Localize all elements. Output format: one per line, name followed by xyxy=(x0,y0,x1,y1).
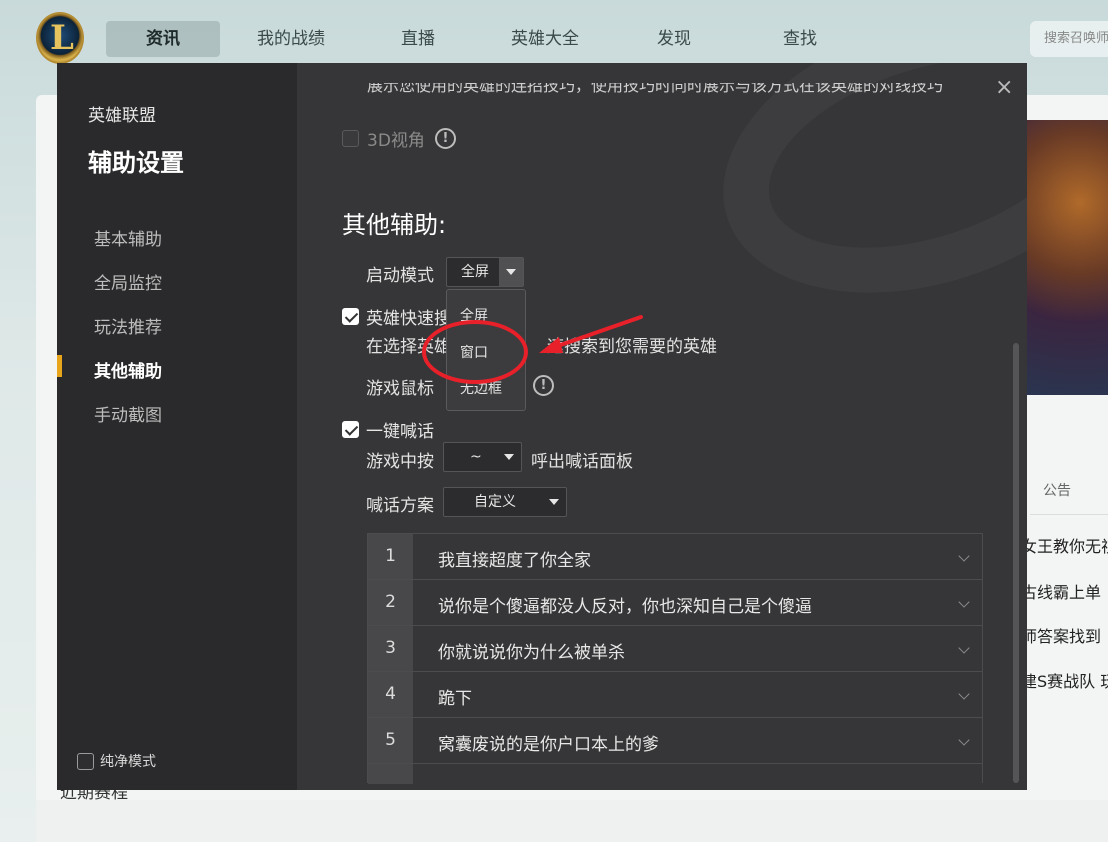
red-annotation-arrow-icon xyxy=(539,315,643,353)
phrase-number: 1 xyxy=(368,534,413,579)
logo-letter: L xyxy=(50,18,74,58)
shout-hotkey-suffix: 呼出喊话面板 xyxy=(531,452,633,472)
lol-logo-icon[interactable]: L xyxy=(36,12,84,64)
3d-view-option: 3D视角 ! xyxy=(342,126,456,151)
shout-phrase-list: 1 我直接超度了你全家 2 说你是个傻逼都没人反对，你也深知自己是个傻逼 3 你… xyxy=(367,533,983,784)
chevron-down-icon[interactable] xyxy=(958,550,970,562)
red-highlight-ellipse xyxy=(422,320,528,384)
phrase-text: 我直接超度了你全家 xyxy=(438,551,591,571)
one-key-shout-checkbox[interactable] xyxy=(342,421,359,438)
shout-hotkey-prefix: 游戏中按 xyxy=(366,452,434,472)
shout-hotkey-select[interactable]: ~ xyxy=(443,442,522,472)
one-key-shout-option: 一键喊话 xyxy=(342,417,434,442)
chevron-down-icon[interactable] xyxy=(958,688,970,700)
nav-tab-my-record[interactable]: 我的战绩 xyxy=(236,21,346,57)
news-item[interactable]: 古线霸上单 xyxy=(1021,579,1101,603)
phrase-row[interactable]: 5 窝囊废说的是你户口本上的爹 xyxy=(367,717,983,763)
phrase-text: 你就说说你为什么被单杀 xyxy=(438,643,625,663)
phrase-number: 2 xyxy=(368,580,413,625)
chevron-down-icon[interactable] xyxy=(958,734,970,746)
section-title-other-assist: 其他辅助: xyxy=(342,211,447,239)
3d-view-label: 3D视角 xyxy=(367,131,425,151)
launch-mode-label: 启动模式 xyxy=(366,266,434,286)
phrase-row-partial[interactable] xyxy=(367,763,983,784)
phrase-number: 3 xyxy=(368,626,413,671)
content-scrollbar[interactable] xyxy=(1013,343,1019,783)
news-item[interactable]: 建S赛战队 玩 xyxy=(1021,668,1108,692)
chevron-down-icon[interactable] xyxy=(958,642,970,654)
nav-tab-live[interactable]: 直播 xyxy=(378,21,458,57)
nav-tab-discover[interactable]: 发现 xyxy=(634,21,714,57)
chevron-down-icon[interactable] xyxy=(958,596,970,608)
phrase-row[interactable]: 3 你就说说你为什么被单杀 xyxy=(367,625,983,671)
info-icon[interactable]: ! xyxy=(434,128,456,149)
summoner-search-input[interactable]: 搜索召唤师 xyxy=(1030,21,1108,57)
settings-content: × 展示您使用的英雄的连招技巧，使用技巧时同时展示与该方式在该英雄的对线技巧 3… xyxy=(297,63,1027,790)
phrase-row[interactable]: 4 跪下 xyxy=(367,671,983,717)
launch-mode-select[interactable]: 全屏 xyxy=(446,257,524,287)
sidebar-item-manual-screenshot[interactable]: 手动截图 xyxy=(94,401,162,426)
news-item[interactable]: 师答案找到 xyxy=(1021,623,1101,647)
pure-mode-toggle[interactable]: 纯净模式 xyxy=(77,751,156,771)
sidebar-item-other-assist[interactable]: 其他辅助 xyxy=(94,357,162,382)
nav-tab-heroes[interactable]: 英雄大全 xyxy=(490,21,600,57)
3d-view-checkbox[interactable] xyxy=(342,130,359,147)
clipped-description: 展示您使用的英雄的连招技巧，使用技巧时同时展示与该方式在该英雄的对线技巧 xyxy=(367,83,944,95)
phrase-row[interactable]: 2 说你是个傻逼都没人反对，你也深知自己是个傻逼 xyxy=(367,579,983,625)
phrase-number xyxy=(368,764,413,784)
launch-mode-value: 全屏 xyxy=(461,264,489,280)
settings-sidebar: 英雄联盟 辅助设置 基本辅助 全局监控 玩法推荐 其他辅助 手动截图 纯净模式 xyxy=(57,63,297,790)
chevron-down-icon[interactable] xyxy=(499,258,523,286)
info-icon[interactable]: ! xyxy=(533,375,554,396)
pure-mode-label: 纯净模式 xyxy=(100,754,156,770)
sidebar-active-indicator xyxy=(57,355,62,377)
phrase-number: 5 xyxy=(368,718,413,763)
tab-divider xyxy=(1030,514,1108,515)
sidebar-item-basic-assist[interactable]: 基本辅助 xyxy=(94,225,162,250)
hero-banner-image[interactable] xyxy=(1026,120,1108,395)
shout-hotkey-value: ~ xyxy=(470,449,482,465)
game-cursor-label: 游戏鼠标 xyxy=(366,379,434,399)
nav-tab-search[interactable]: 查找 xyxy=(760,21,840,57)
nav-tab-news[interactable]: 资讯 xyxy=(106,21,220,57)
phrase-text: 窝囊废说的是你户口本上的爹 xyxy=(438,735,659,755)
phrase-row[interactable]: 1 我直接超度了你全家 xyxy=(367,533,983,579)
shout-plan-select[interactable]: 自定义 xyxy=(443,487,567,517)
background-swirl-decoration xyxy=(687,63,1027,342)
chevron-down-icon[interactable] xyxy=(542,488,566,516)
phrase-text: 跪下 xyxy=(438,689,472,709)
news-item[interactable]: 女王教你无视 xyxy=(1021,533,1108,557)
chevron-down-icon[interactable] xyxy=(497,443,521,471)
shout-plan-value: 自定义 xyxy=(474,494,516,510)
hero-quick-search-checkbox[interactable] xyxy=(342,308,359,325)
announcement-tab[interactable]: 公告 xyxy=(1043,480,1071,500)
schedule-strip xyxy=(36,800,1108,842)
shout-plan-label: 喊话方案 xyxy=(366,496,434,516)
sidebar-item-global-monitor[interactable]: 全局监控 xyxy=(94,269,162,294)
phrase-number: 4 xyxy=(368,672,413,717)
sidebar-title: 辅助设置 xyxy=(88,149,184,177)
assist-settings-dialog: 英雄联盟 辅助设置 基本辅助 全局监控 玩法推荐 其他辅助 手动截图 纯净模式 … xyxy=(57,63,1027,790)
one-key-shout-label: 一键喊话 xyxy=(366,422,434,442)
close-icon[interactable]: × xyxy=(995,75,1013,100)
sidebar-app-name: 英雄联盟 xyxy=(88,106,156,126)
sidebar-item-play-recommend[interactable]: 玩法推荐 xyxy=(94,313,162,338)
pure-mode-checkbox[interactable] xyxy=(77,752,94,770)
phrase-text: 说你是个傻逼都没人反对，你也深知自己是个傻逼 xyxy=(438,597,812,617)
